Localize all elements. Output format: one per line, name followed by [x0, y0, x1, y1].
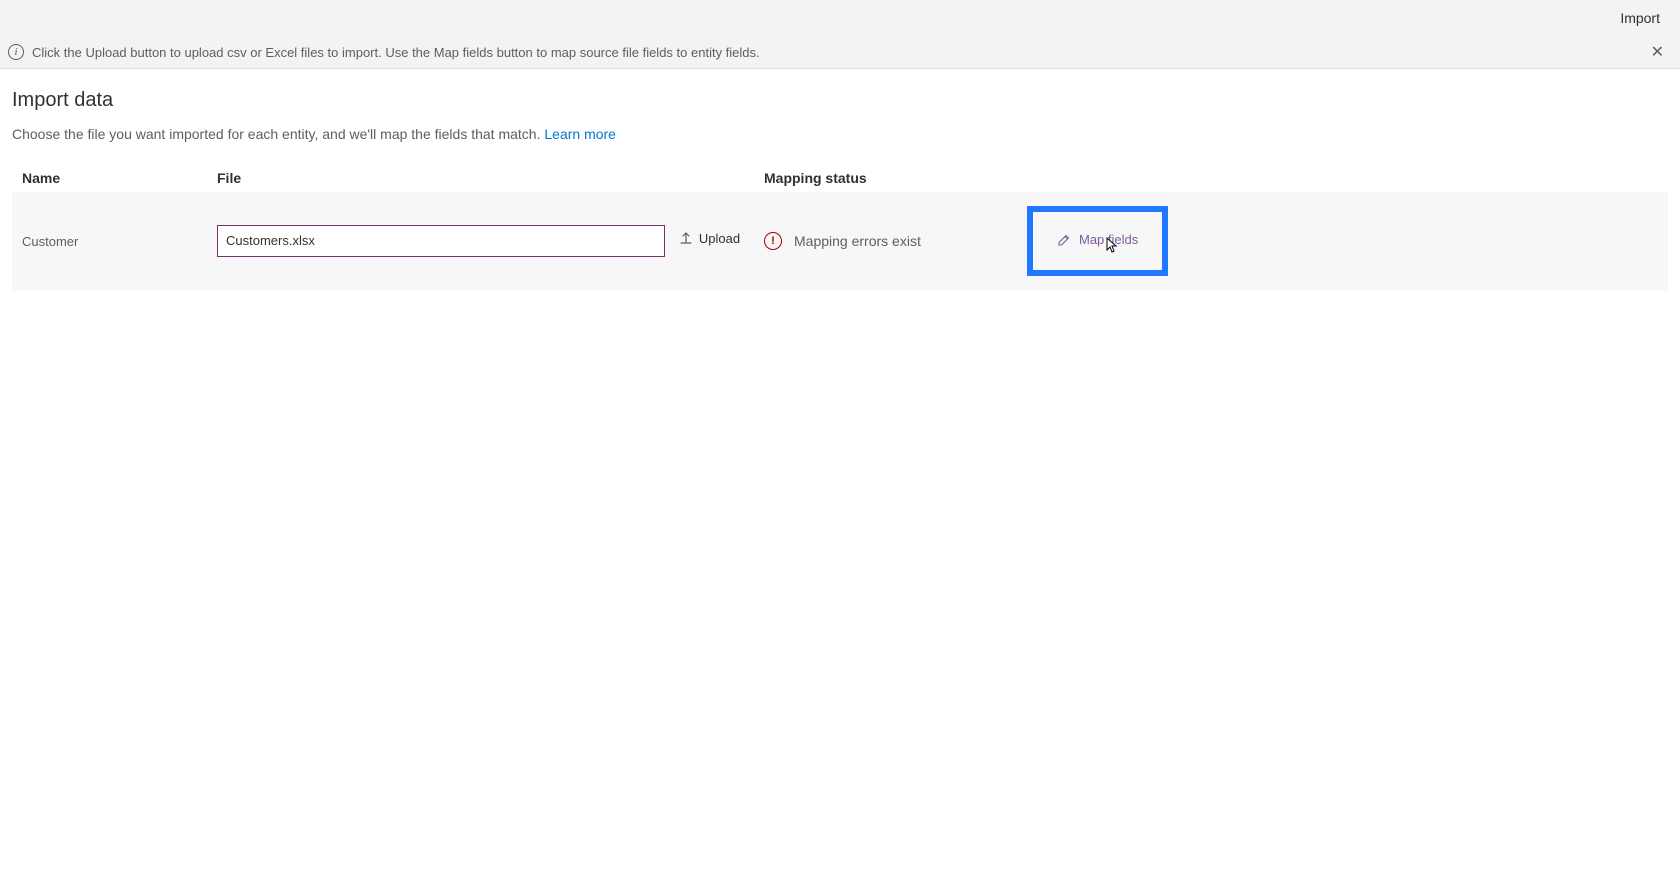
- close-icon[interactable]: ✕: [1643, 42, 1672, 62]
- cell-action: Map fields: [1027, 206, 1658, 276]
- map-fields-label: Map fields: [1079, 232, 1138, 247]
- column-header-status: Mapping status: [764, 170, 1027, 186]
- column-header-action: [1027, 170, 1658, 186]
- column-header-file: File: [217, 170, 764, 186]
- status-text: Mapping errors exist: [794, 233, 921, 249]
- import-action[interactable]: Import: [1620, 10, 1660, 26]
- top-bar: Import: [0, 0, 1680, 36]
- error-icon: !: [764, 232, 782, 250]
- learn-more-link[interactable]: Learn more: [544, 126, 616, 142]
- cell-name: Customer: [22, 233, 217, 249]
- map-fields-button[interactable]: Map fields: [1057, 232, 1138, 247]
- pencil-icon: [1057, 233, 1071, 247]
- table-header: Name File Mapping status: [12, 170, 1668, 192]
- file-input[interactable]: [217, 225, 665, 257]
- subtitle-text: Choose the file you want imported for ea…: [12, 126, 544, 142]
- column-header-name: Name: [22, 170, 217, 186]
- upload-button[interactable]: Upload: [679, 231, 740, 246]
- cell-status: ! Mapping errors exist: [764, 232, 1027, 250]
- main-content: Import data Choose the file you want imp…: [0, 69, 1680, 310]
- info-icon: i: [8, 44, 24, 60]
- page-subtitle: Choose the file you want imported for ea…: [12, 126, 1668, 142]
- info-banner-text: Click the Upload button to upload csv or…: [32, 45, 1643, 60]
- upload-icon: [679, 231, 693, 245]
- import-table: Name File Mapping status Customer Upload: [12, 170, 1668, 290]
- cell-file: Upload: [217, 225, 764, 257]
- info-banner: i Click the Upload button to upload csv …: [0, 36, 1680, 69]
- table-row: Customer Upload ! Mapping errors exist: [12, 192, 1668, 290]
- map-fields-highlight: Map fields: [1027, 206, 1168, 276]
- page-title: Import data: [12, 89, 1668, 112]
- entity-name: Customer: [22, 234, 78, 249]
- upload-label: Upload: [699, 231, 740, 246]
